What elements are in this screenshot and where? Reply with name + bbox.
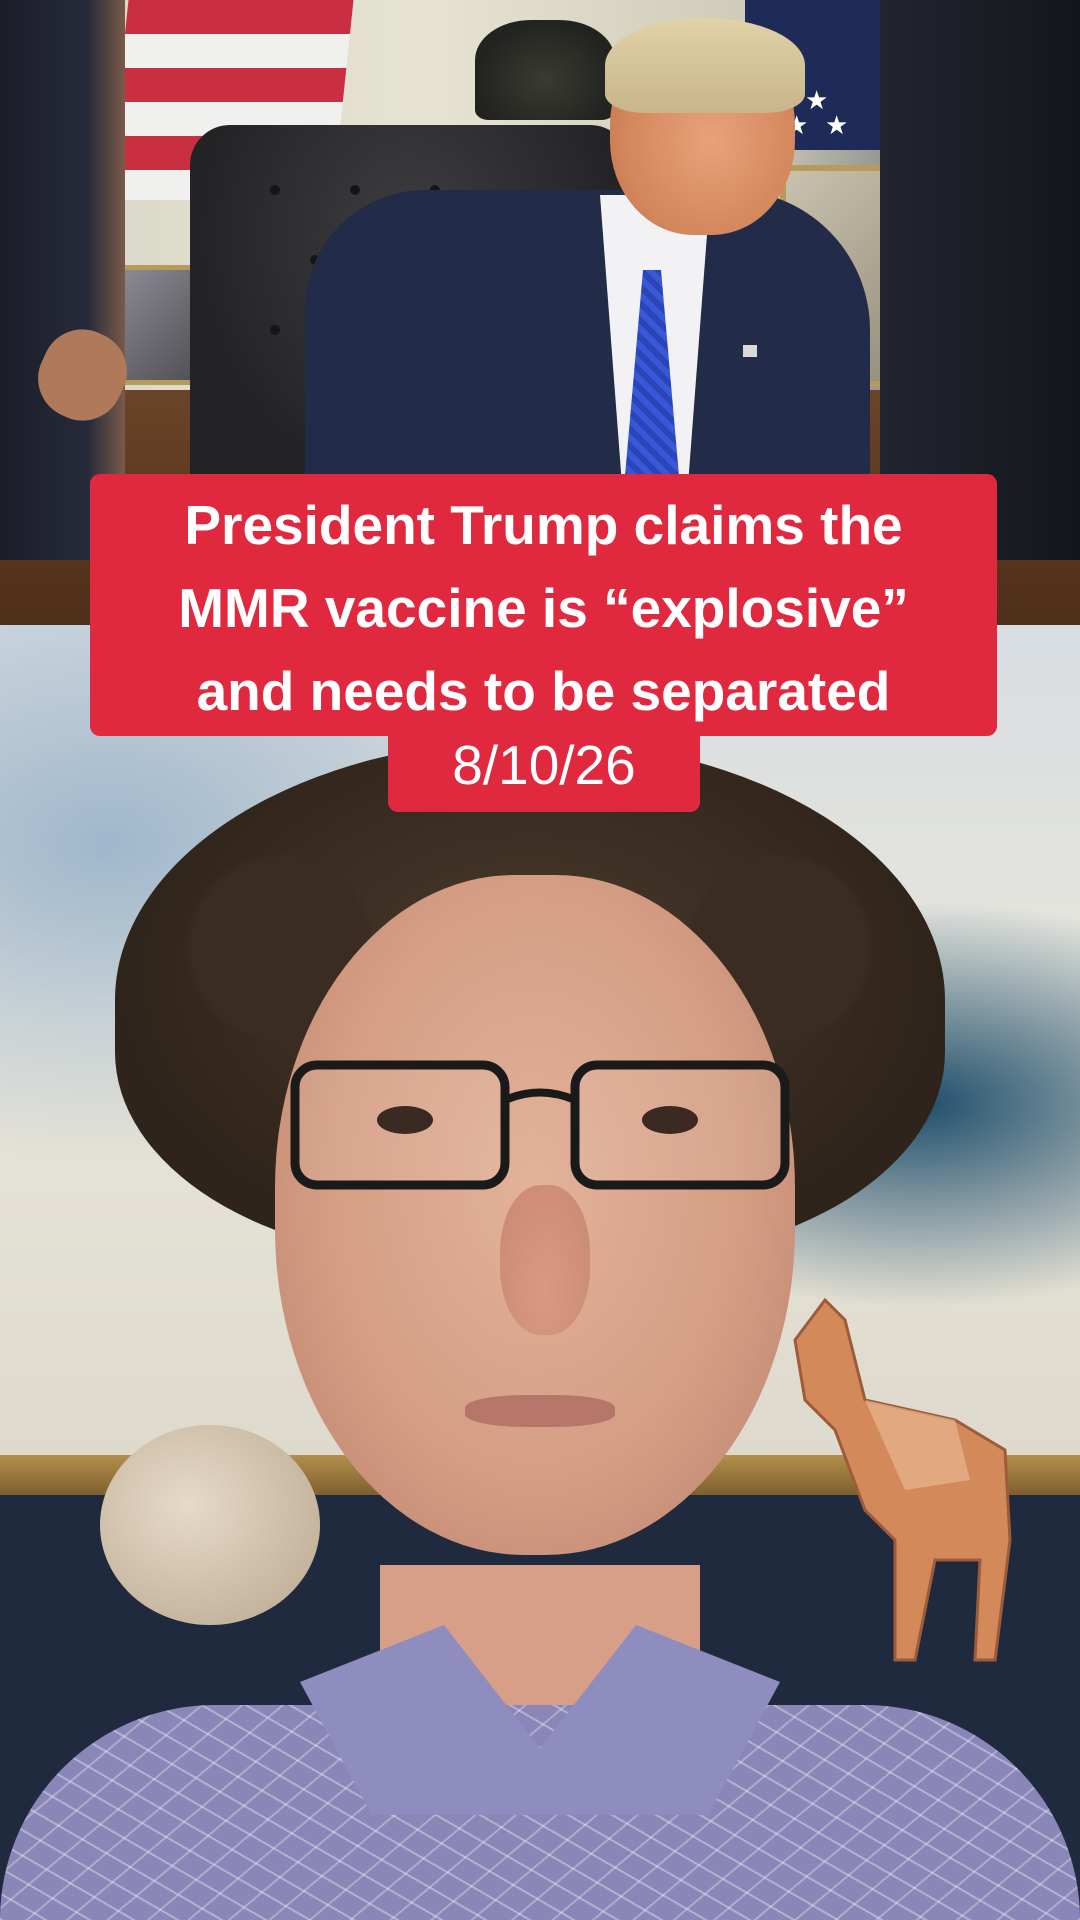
- statue-sculpture: [475, 20, 615, 120]
- mouth: [465, 1395, 615, 1427]
- caption-date: 8/10/26: [452, 734, 636, 796]
- chair-back: [100, 1425, 320, 1625]
- suit-jacket: [305, 190, 870, 520]
- horse-figurine: [793, 1297, 1012, 1662]
- caption-line-3: and needs to be separated: [196, 660, 891, 722]
- eyeglasses: [290, 1060, 790, 1190]
- speaker-hair: [605, 18, 805, 113]
- caption-line-1: President Trump claims the: [184, 494, 903, 556]
- caption-line-2: MMR vaccine is “explosive”: [178, 577, 909, 639]
- flag-lapel-pin: [743, 345, 757, 357]
- creator-video: [0, 625, 1080, 1920]
- nose: [500, 1185, 590, 1335]
